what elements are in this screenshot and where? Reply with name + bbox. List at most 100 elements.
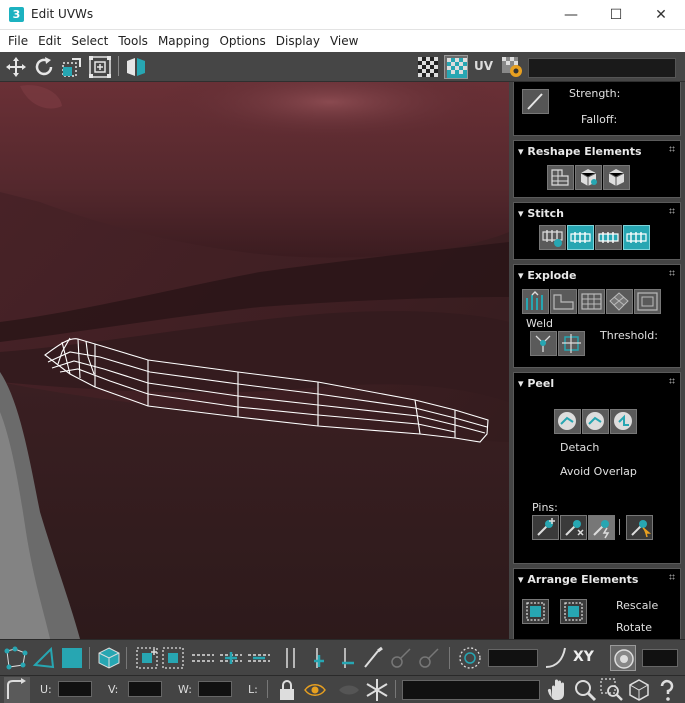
rollout-grip-icon[interactable] (669, 146, 675, 152)
detach-edge-icon[interactable] (550, 289, 577, 314)
menu-select[interactable]: Select (66, 34, 113, 48)
rollout-grip-icon[interactable] (669, 270, 675, 276)
rollout-grip-icon[interactable] (669, 574, 675, 580)
reset-peel-icon[interactable] (610, 409, 637, 434)
loop-select-icon[interactable] (190, 645, 216, 671)
grow-ring-icon[interactable] (306, 645, 332, 671)
tools-panel: Strength: Falloff: ▾ Reshape Elements ▾ … (509, 82, 685, 639)
quick-peel-icon[interactable] (554, 409, 581, 434)
detach-label[interactable]: Detach (560, 441, 599, 454)
relax-shape-icon[interactable] (603, 165, 630, 190)
peel-mode-icon[interactable] (582, 409, 609, 434)
falloff-space-xy[interactable]: XY (573, 649, 594, 665)
zoom-region-icon[interactable] (599, 677, 625, 703)
menu-mapping[interactable]: Mapping (153, 34, 215, 48)
scale-icon[interactable] (60, 55, 84, 79)
maximize-button[interactable]: ☐ (601, 4, 631, 26)
edge-mode-icon[interactable] (31, 645, 57, 671)
arrange-elements-title[interactable]: ▾ Arrange Elements (518, 573, 638, 586)
uv-viewport[interactable] (0, 82, 509, 639)
falloff-value-field[interactable] (488, 649, 538, 667)
rotate-icon[interactable] (32, 55, 56, 79)
hide-icon[interactable] (302, 677, 328, 703)
limit-value-field[interactable] (642, 649, 678, 667)
element-mode-icon[interactable] (96, 645, 122, 671)
peel-title[interactable]: ▾ Peel (518, 377, 554, 390)
falloff-curve-icon[interactable] (543, 645, 569, 671)
grow-selection-icon[interactable] (134, 645, 160, 671)
flatten-by-polygon-icon[interactable] (578, 289, 605, 314)
menu-file[interactable]: File (3, 34, 33, 48)
paint-shrink-icon[interactable] (416, 645, 442, 671)
stitch-title[interactable]: ▾ Stitch (518, 207, 564, 220)
pack-custom-icon[interactable] (522, 599, 549, 624)
zoom-icon[interactable] (572, 677, 598, 703)
soft-selection-icon[interactable] (457, 645, 483, 671)
absolute-offset-icon[interactable] (4, 677, 30, 703)
show-icon[interactable] (336, 677, 362, 703)
grow-loop-icon[interactable] (218, 645, 244, 671)
toolbar-texture-dropdown[interactable] (528, 58, 676, 78)
mirror-icon[interactable] (124, 55, 148, 79)
help-icon[interactable] (654, 677, 680, 703)
pin-select-icon[interactable] (626, 515, 653, 540)
rescale-label[interactable]: Rescale (616, 599, 658, 612)
selection-set-field[interactable] (402, 680, 540, 700)
close-button[interactable]: ✕ (646, 4, 676, 26)
shrink-selection-icon[interactable] (160, 645, 186, 671)
vertex-mode-icon[interactable] (3, 645, 29, 671)
checker-active-icon[interactable] (444, 55, 468, 79)
stitch-custom-icon[interactable] (539, 225, 566, 250)
straighten-selection-icon[interactable] (547, 165, 574, 190)
relax-icon[interactable] (575, 165, 602, 190)
flatten-by-material-icon[interactable] (634, 289, 661, 314)
pan-hand-icon[interactable] (544, 677, 570, 703)
break-icon[interactable] (522, 289, 549, 314)
uv-settings-icon[interactable] (500, 55, 524, 79)
freeform-icon[interactable] (88, 55, 112, 79)
explode-title[interactable]: ▾ Explode (518, 269, 577, 282)
stitch-rollout: ▾ Stitch (513, 202, 681, 260)
rollout-grip-icon[interactable] (669, 378, 675, 384)
limit-selection-icon[interactable] (610, 645, 636, 671)
rotate-label[interactable]: Rotate (616, 621, 652, 634)
v-field[interactable] (128, 681, 162, 697)
pin-remove-icon[interactable] (560, 515, 587, 540)
lock-icon[interactable] (274, 677, 300, 703)
toolbar-separator (267, 680, 268, 698)
pin-auto-icon[interactable] (588, 515, 615, 540)
stitch-average-icon[interactable] (595, 225, 622, 250)
menu-edit[interactable]: Edit (33, 34, 66, 48)
checker-icon[interactable] (416, 55, 440, 79)
shrink-loop-icon[interactable] (246, 645, 272, 671)
menu-view[interactable]: View (325, 34, 363, 48)
pin-add-icon[interactable] (532, 515, 559, 540)
paint-grow-icon[interactable] (388, 645, 414, 671)
stitch-to-source-icon[interactable] (567, 225, 594, 250)
paint-select-icon[interactable] (360, 645, 386, 671)
status-toolbar: U: V: W: L: (0, 675, 685, 703)
weld-target-icon[interactable] (558, 331, 585, 356)
menu-tools[interactable]: Tools (113, 34, 153, 48)
w-field[interactable] (198, 681, 232, 697)
toolbar-separator (89, 647, 90, 669)
brush-icon[interactable] (522, 89, 549, 114)
reshape-elements-title[interactable]: ▾ Reshape Elements (518, 145, 642, 158)
move-icon[interactable] (4, 55, 28, 79)
avoid-overlap-label[interactable]: Avoid Overlap (560, 465, 637, 478)
rollout-grip-icon[interactable] (669, 208, 675, 214)
menu-display[interactable]: Display (271, 34, 325, 48)
zoom-extents-icon[interactable] (626, 677, 652, 703)
freeze-icon[interactable] (364, 677, 390, 703)
stitch-to-target-icon[interactable] (623, 225, 650, 250)
flatten-by-smoothing-icon[interactable] (606, 289, 633, 314)
shrink-ring-icon[interactable] (334, 645, 360, 671)
uv-label[interactable]: UV (474, 59, 493, 73)
u-field[interactable] (58, 681, 92, 697)
polygon-mode-icon[interactable] (59, 645, 85, 671)
minimize-button[interactable]: — (556, 4, 586, 26)
menu-options[interactable]: Options (214, 34, 270, 48)
pack-together-icon[interactable] (560, 599, 587, 624)
ring-select-icon[interactable] (278, 645, 304, 671)
weld-selected-icon[interactable] (530, 331, 557, 356)
